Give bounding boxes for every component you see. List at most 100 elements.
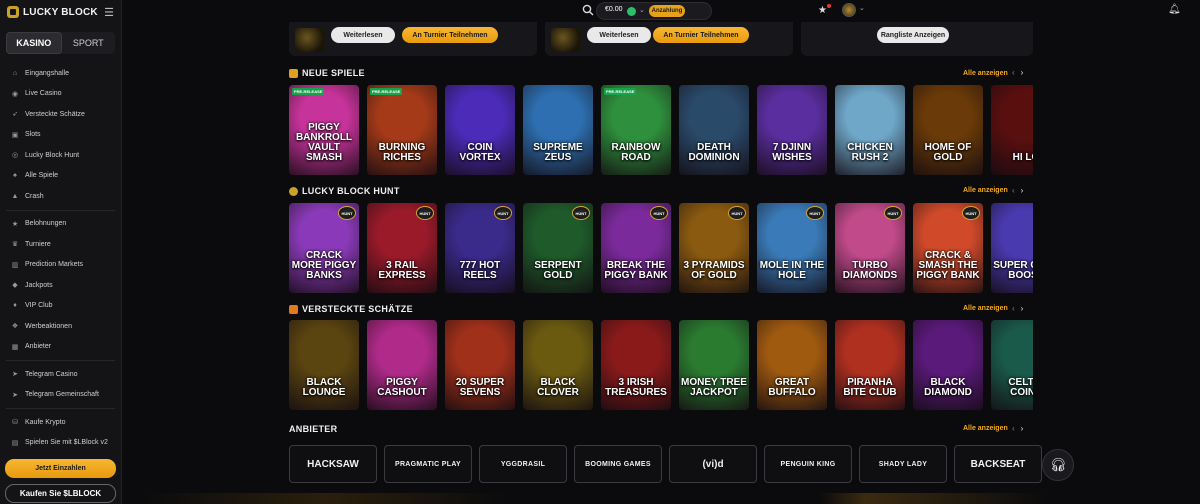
- join-tournament-button[interactable]: An Turnier Teilnehmen: [402, 27, 498, 43]
- game-card[interactable]: HUNT Crack & Smash the Piggy Bank: [913, 203, 983, 293]
- see-all-providers-link[interactable]: Alle anzeigen: [963, 425, 1008, 432]
- game-title: Black Diamond: [924, 377, 972, 398]
- see-all-hidden-link[interactable]: Alle anzeigen: [963, 305, 1008, 312]
- read-more-button[interactable]: Weiterlesen: [331, 27, 395, 43]
- join-tournament-button[interactable]: An Turnier Teilnehmen: [653, 27, 749, 43]
- sidebar-item-lucky-block-hunt[interactable]: ◎ Lucky Block Hunt: [0, 145, 121, 166]
- game-card[interactable]: Celtic Coins: [991, 320, 1033, 410]
- game-card[interactable]: Black Diamond: [913, 320, 983, 410]
- show-leaderboard-button[interactable]: Rangliste Anzeigen: [877, 27, 949, 43]
- game-card[interactable]: Chicken Rush 2: [835, 85, 905, 175]
- see-all-new-games-link[interactable]: Alle anzeigen: [963, 70, 1008, 77]
- sidebar-item-jackpots[interactable]: ◆ Jackpots: [0, 275, 121, 296]
- buy-lblock-button[interactable]: Kaufen Sie $LBLOCK: [5, 484, 116, 503]
- game-card[interactable]: HUNTSuper Cash Boost: [991, 203, 1033, 293]
- chevron-right-icon[interactable]: ›: [1021, 304, 1024, 313]
- game-card[interactable]: HUNT Serpent Gold: [523, 203, 593, 293]
- game-title: Serpent Gold: [534, 260, 582, 281]
- game-card[interactable]: Money Tree Jackpot: [679, 320, 749, 410]
- search-icon[interactable]: [582, 4, 594, 16]
- chevron-left-icon[interactable]: ‹: [1012, 186, 1015, 195]
- game-card[interactable]: Hi Lo: [991, 85, 1033, 175]
- game-card[interactable]: Piggy Cashout: [367, 320, 437, 410]
- game-card[interactable]: PRE-RELEASE Rainbow Road: [601, 85, 671, 175]
- lucky-block-logo-icon[interactable]: [7, 6, 19, 18]
- provider-card[interactable]: BACKSEAT: [954, 445, 1042, 483]
- game-card[interactable]: HUNT Break the Piggy Bank: [601, 203, 671, 293]
- game-card[interactable]: HUNT 777 Hot Reels: [445, 203, 515, 293]
- sidebar-item-telegram-casino[interactable]: ➤ Telegram Casino: [0, 364, 121, 385]
- sidebar-item-prediction-markets[interactable]: ▥ Prediction Markets: [0, 255, 121, 276]
- provider-card[interactable]: (vi)d: [669, 445, 757, 483]
- deposit-button[interactable]: Anzahlung: [649, 5, 685, 17]
- sidebar-item-werbeaktionen[interactable]: ❖ Werbeaktionen: [0, 316, 121, 337]
- chevron-down-icon[interactable]: ⌄: [859, 4, 865, 12]
- sidebar-item-belohnungen[interactable]: ★ Belohnungen: [0, 214, 121, 235]
- game-card[interactable]: Home of Gold: [913, 85, 983, 175]
- game-card[interactable]: 7 Djinn Wishes: [757, 85, 827, 175]
- game-card[interactable]: 3 Irish Treasures: [601, 320, 671, 410]
- game-card[interactable]: Black Lounge: [289, 320, 359, 410]
- game-card[interactable]: Supreme Zeus: [523, 85, 593, 175]
- avatar[interactable]: [842, 3, 856, 17]
- logo-row: LUCKY BLOCK ☰: [0, 0, 121, 24]
- game-title: 7 Djinn Wishes: [772, 142, 812, 163]
- chevron-left-icon[interactable]: ‹: [1012, 68, 1015, 77]
- divider: [6, 360, 115, 361]
- chevron-right-icon[interactable]: ›: [1021, 68, 1024, 77]
- wallet-widget[interactable]: €0.00 ⌄ Anzahlung: [596, 2, 712, 20]
- sidebar-item-kaufe-krypto[interactable]: ⛁ Kaufe Krypto: [0, 412, 121, 433]
- deposit-now-button[interactable]: Jetzt Einzahlen: [5, 459, 116, 478]
- chevron-left-icon[interactable]: ‹: [1012, 424, 1015, 433]
- sidebar-item-alle-spiele[interactable]: ♠ Alle Spiele: [0, 166, 121, 187]
- sidebar-item-crash[interactable]: ▲ Crash: [0, 186, 121, 207]
- game-title: Turbo Diamonds: [842, 260, 898, 281]
- hunt-badge: HUNT: [572, 206, 590, 220]
- sidebar-item-lblock[interactable]: ▤ Spielen Sie mit $LBlock v2: [0, 433, 121, 454]
- bell-icon[interactable]: 🔔︎: [1168, 4, 1181, 15]
- support-headset-icon[interactable]: 🎧︎: [1042, 449, 1074, 481]
- game-card[interactable]: PRE-RELEASE Burning Riches: [367, 85, 437, 175]
- sidebar-item-vip-club[interactable]: ♦ VIP Club: [0, 296, 121, 317]
- tab-sport[interactable]: SPORT: [62, 32, 116, 54]
- sidebar-item-telegram-gemeinschaft[interactable]: ➤ Telegram Gemeinschaft: [0, 385, 121, 406]
- sidebar-item-eingangshalle[interactable]: ⌂ Eingangshalle: [0, 63, 121, 84]
- game-card[interactable]: 20 Super Sevens: [445, 320, 515, 410]
- game-card[interactable]: Piranha Bite Club: [835, 320, 905, 410]
- provider-card[interactable]: PENGUIN KING: [764, 445, 852, 483]
- chevron-down-icon[interactable]: ⌄: [639, 6, 645, 14]
- sidebar-item-turniere[interactable]: ♛ Turniere: [0, 234, 121, 255]
- rewards-star-icon[interactable]: ★: [818, 5, 827, 16]
- read-more-button[interactable]: Weiterlesen: [587, 27, 651, 43]
- game-card[interactable]: Black Clover: [523, 320, 593, 410]
- provider-card[interactable]: BOOMING GAMES: [574, 445, 662, 483]
- game-card[interactable]: HUNT Turbo Diamonds: [835, 203, 905, 293]
- sidebar-item-anbieter[interactable]: ▦ Anbieter: [0, 337, 121, 358]
- sidebar-item-label: Crash: [25, 192, 44, 200]
- game-card[interactable]: HUNT 3 Rail Express: [367, 203, 437, 293]
- see-all-hunt-link[interactable]: Alle anzeigen: [963, 187, 1008, 194]
- hunt-badge: HUNT: [728, 206, 746, 220]
- hunt-badge: HUNT: [650, 206, 668, 220]
- game-card[interactable]: Death Dominion: [679, 85, 749, 175]
- provider-card[interactable]: YGGDRASIL: [479, 445, 567, 483]
- tab-kasino[interactable]: KASINO: [6, 32, 62, 54]
- chevron-right-icon[interactable]: ›: [1021, 424, 1024, 433]
- sidebar-item-slots[interactable]: ▣ Slots: [0, 125, 121, 146]
- game-card[interactable]: Coin Vortex: [445, 85, 515, 175]
- provider-card[interactable]: SHADY LADY: [859, 445, 947, 483]
- game-card[interactable]: HUNT Crack More Piggy Banks: [289, 203, 359, 293]
- hunt-badge: HUNT: [962, 206, 980, 220]
- provider-card[interactable]: PRAGMATIC PLAY: [384, 445, 472, 483]
- sidebar-item-versteckte-schaetze[interactable]: ➶ Versteckte Schätze: [0, 104, 121, 125]
- sidebar-item-live-casino[interactable]: ◉ Live Casino: [0, 84, 121, 105]
- game-card[interactable]: Great Buffalo: [757, 320, 827, 410]
- game-card[interactable]: HUNT Mole in the Hole: [757, 203, 827, 293]
- brand-name[interactable]: LUCKY BLOCK: [23, 7, 98, 18]
- menu-icon[interactable]: ☰: [104, 6, 114, 19]
- game-card[interactable]: PRE-RELEASE Piggy Bankroll Vault Smash: [289, 85, 359, 175]
- chevron-right-icon[interactable]: ›: [1021, 186, 1024, 195]
- provider-card[interactable]: HACKSAW: [289, 445, 377, 483]
- chevron-left-icon[interactable]: ‹: [1012, 304, 1015, 313]
- game-card[interactable]: HUNT 3 Pyramids of Gold: [679, 203, 749, 293]
